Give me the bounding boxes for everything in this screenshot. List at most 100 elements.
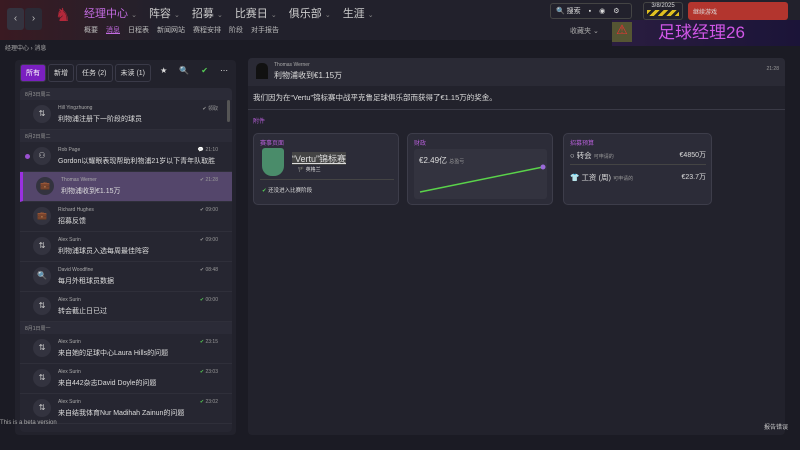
message-item[interactable]: 🔍 David Woodfine 每月外租球员数据 ✔ 08:48 <box>20 262 232 292</box>
submenu-item[interactable]: 阶段 <box>229 25 243 35</box>
inbox-tools: ★ 🔍 ✔ ⋯ <box>160 66 228 75</box>
message-item[interactable]: ⇅ Alex Surin 来自442杂志David Doyle的问题 ✔ 23:… <box>20 364 232 394</box>
search-icon: 🔍 <box>33 267 51 285</box>
club-crest[interactable]: ♞ <box>52 5 74 33</box>
more-icon[interactable]: ⋯ <box>220 66 228 75</box>
transfer-icon: ⇅ <box>33 369 51 387</box>
competition-link[interactable]: “Vertu”锦标赛 <box>292 152 347 165</box>
tab[interactable]: 所有 <box>20 64 46 82</box>
tab[interactable]: 任务 (2) <box>76 64 113 82</box>
star-icon[interactable]: ★ <box>160 66 167 75</box>
attachments-label: 附件 <box>253 119 266 125</box>
menu-item[interactable]: 生涯 ⌄ <box>343 5 374 21</box>
hint-icon[interactable]: ◉ <box>599 7 605 15</box>
competition-status: ✔ 还没进入比赛阶段 <box>262 186 312 194</box>
competition-logo <box>262 148 284 176</box>
message-list: 8月3日周三 ⇅ Hill Yingzhuong 利物浦注册下一阶段的球员 ✔ 领… <box>20 88 232 432</box>
submenu-item[interactable]: 新闻网站 <box>157 25 185 35</box>
submenu-item[interactable]: 日程表 <box>128 25 149 35</box>
forward-button[interactable]: › <box>25 8 42 30</box>
time-label: 23:15 <box>205 339 218 345</box>
date-label: 3/8/2025 <box>651 3 675 9</box>
message-item[interactable]: ⇅ Alex Surin 利物浦球员入选每周最佳阵容 ✔ 09:00 <box>20 232 232 262</box>
warning-icon: ⚠ <box>612 22 632 42</box>
submenu-item[interactable]: 消息 <box>106 25 120 35</box>
transfer-icon: ⇅ <box>33 339 51 357</box>
breadcrumb: 经理中心 › 消息 <box>5 46 47 52</box>
status-label: 还没进入比赛阶段 <box>268 188 313 194</box>
message-item[interactable]: ⇅ Alex Surin 转会截止日已过 ✔ 00:00 <box>20 292 232 322</box>
submenu-item[interactable]: 赛程安排 <box>193 25 221 35</box>
message-time: ✔ 09:00 <box>200 207 218 213</box>
breadcrumb-root[interactable]: 经理中心 <box>5 46 29 52</box>
menu-item[interactable]: 经理中心 ⌄ <box>84 5 137 21</box>
budget-sub: 可申请的 <box>593 154 614 160</box>
menu-item[interactable]: 俱乐部 ⌄ <box>289 5 331 21</box>
sender-name: Alex Surin <box>58 339 81 345</box>
competition-card[interactable]: 赛事页面 “Vertu”锦标赛 🏴 英格兰 ✔ 还没进入比赛阶段 <box>253 133 399 205</box>
time-label: 21:10 <box>205 147 218 153</box>
transfer-icon: ⇅ <box>33 105 51 123</box>
message-time: 21:28 <box>766 66 779 72</box>
transfer-icon: ⇅ <box>33 237 51 255</box>
message-item[interactable]: ⚇ Rob Page Gordon以耀眼表现帮助利物浦21岁以下青年队取胜 💬 … <box>20 142 232 172</box>
message-item[interactable]: 💼 Richard Hughes 招募反馈 ✔ 09:00 <box>20 202 232 232</box>
back-button[interactable]: ‹ <box>7 8 24 30</box>
sender-name: Alex Surin <box>58 237 81 243</box>
date-group-header: 8月2日周二 <box>20 130 232 142</box>
budget-card[interactable]: 招募预算 ○ 转会 可申请的 €4850万 👕 工资 (周) 可申请的 €23.7万 <box>563 133 712 205</box>
submenu-item[interactable]: 概要 <box>84 25 98 35</box>
divider <box>260 179 394 180</box>
briefcase-icon: 💼 <box>36 177 54 195</box>
chevron-down-icon: ⌄ <box>367 12 374 19</box>
check-icon: ✔ <box>199 267 205 273</box>
menu-label: 招募 <box>191 8 214 20</box>
menu-item[interactable]: 招募 ⌄ <box>192 5 223 21</box>
menu-label: 阵容 <box>148 8 171 20</box>
time-label: 09:00 <box>205 237 218 243</box>
budget-value: €23.7万 <box>681 174 706 181</box>
budget-label: 工资 (周) <box>581 173 612 182</box>
favorites-dropdown[interactable]: 收藏夹 ⌄ <box>570 26 599 36</box>
check-icon: ✔ <box>202 106 207 112</box>
sender-name: Alex Surin <box>58 297 81 303</box>
message-time: ✔ 23:02 <box>200 399 218 405</box>
country-label: 英格兰 <box>305 167 321 173</box>
time-label: 23:03 <box>205 369 218 375</box>
report-bug-button[interactable]: 报告错误 <box>764 422 788 431</box>
sender-name: Hill Yingzhuong <box>58 105 93 111</box>
chevron-down-icon: ⌄ <box>270 12 277 19</box>
message-time: ✔ 23:15 <box>200 339 218 345</box>
continue-button[interactable]: 继续游戏 <box>688 2 788 20</box>
sender-avatar <box>256 63 268 79</box>
menu-label: 生涯 <box>342 8 365 20</box>
time-label: 00:00 <box>205 297 218 303</box>
processing-stripe <box>647 10 679 16</box>
budget-sub: 可申请的 <box>613 176 634 182</box>
tab[interactable]: 未读 (1) <box>114 64 151 82</box>
message-time: ✔ 00:00 <box>200 297 218 303</box>
time-label: 08:48 <box>205 267 218 273</box>
card-title: 赛事页面 <box>260 141 285 147</box>
message-item[interactable]: ⇅ Hill Yingzhuong 利物浦注册下一阶段的球员 ✔ 领取 <box>20 100 232 130</box>
card-title: 财政 <box>414 141 427 147</box>
menu-item[interactable]: 阵容 ⌄ <box>149 5 180 21</box>
scrollbar[interactable] <box>227 100 230 122</box>
message-subject: 来自结我体育Nur Madihah Zainun的问题 <box>58 410 185 417</box>
finance-card[interactable]: 财政 €2.49亿 总盈亏 <box>407 133 553 205</box>
menu-item[interactable]: 比赛日 ⌄ <box>235 5 277 21</box>
briefcase-icon: 💼 <box>33 207 51 225</box>
message-time: ✔ 09:00 <box>200 237 218 243</box>
balance-trend <box>419 164 546 193</box>
notes-icon[interactable]: ▪ <box>589 8 591 15</box>
submenu-item[interactable]: 对手报告 <box>251 25 279 35</box>
team-icon: ⚇ <box>33 147 51 165</box>
message-item[interactable]: ⇅ Alex Surin 来自她的足球中心Laura Hills的问题 ✔ 23… <box>20 334 232 364</box>
gear-icon[interactable]: ⚙ <box>613 7 619 15</box>
search-button[interactable]: 🔍 搜索 <box>556 6 581 16</box>
check-icon[interactable]: ✔ <box>201 66 208 75</box>
chevron-down-icon: ⌄ <box>174 12 180 19</box>
search-icon[interactable]: 🔍 <box>179 66 189 75</box>
tab[interactable]: 新增 <box>48 64 74 82</box>
message-item[interactable]: 💼 Thomas Werner 利物浦收到€1.15万 ✔ 21:28 <box>20 172 232 202</box>
